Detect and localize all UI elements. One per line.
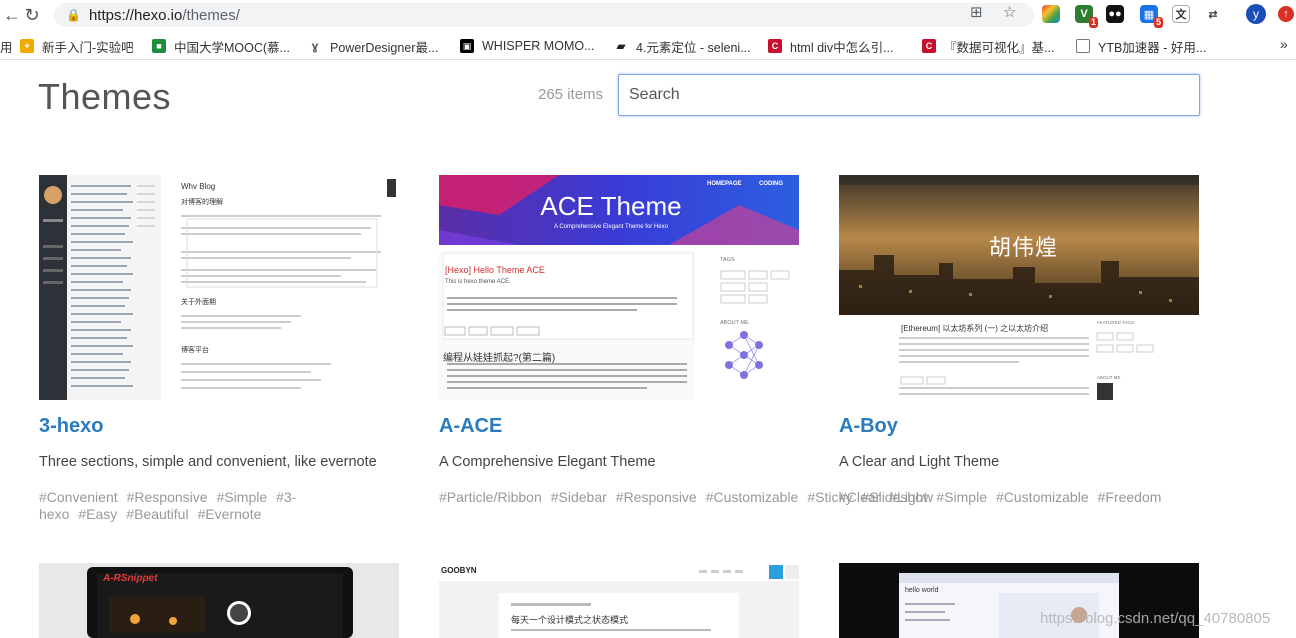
reload-icon[interactable]: ↻ xyxy=(20,4,44,26)
bookmark-favicon-icon: ▣ xyxy=(460,39,474,53)
url-path: /themes/ xyxy=(182,6,240,24)
theme-tag[interactable]: #Simple xyxy=(936,489,987,505)
extension-mask-icon[interactable]: ●● xyxy=(1106,5,1124,23)
theme-thumbnail[interactable]: 胡伟煌 [Ethereum] 以太坊系列 (一) 之以太坊介绍 FEATURED… xyxy=(839,175,1199,400)
theme-tag[interactable]: #Simple xyxy=(217,489,268,505)
thumb-heading: hello world xyxy=(905,587,939,594)
bookmark-favicon-icon: ■ xyxy=(152,39,166,53)
bookmark-favicon-icon: ɣ xyxy=(308,39,322,53)
theme-tags: #Clear #Light #Simple #Customizable #Freedom xyxy=(839,489,1209,506)
theme-tag[interactable]: #Convenient xyxy=(39,489,118,505)
theme-name-link[interactable]: A-Boy xyxy=(839,415,898,438)
thumb-title: A-RSnippet xyxy=(103,573,158,584)
extension-color-icon[interactable] xyxy=(1042,5,1060,23)
thumb-post-title: [Ethereum] 以太坊系列 (一) 之以太坊介绍 xyxy=(901,324,1049,333)
bookmark-item[interactable]: ▰ 4.元素定位 - seleni... xyxy=(614,38,751,55)
theme-thumbnail[interactable]: A-RSnippet xyxy=(39,563,399,638)
theme-description: A Comprehensive Elegant Theme xyxy=(439,454,656,470)
thumb-sidebar-heading: ABOUT ME xyxy=(720,320,749,326)
bookmark-favicon-icon: ▰ xyxy=(614,39,628,53)
thumb-nav: HOMEPAGE xyxy=(707,181,742,187)
theme-tag[interactable]: #Beautiful xyxy=(126,506,188,522)
bookmark-item[interactable]: ɣ PowerDesigner最... xyxy=(308,38,438,55)
bookmark-favicon-icon: C xyxy=(922,39,936,53)
theme-tag[interactable]: #Freedom xyxy=(1098,489,1162,505)
bookmark-item[interactable]: Chtml div中怎么引... xyxy=(768,38,894,55)
theme-card-a-ace: HOMEPAGE CODING ACE Theme A Comprehensiv… xyxy=(439,175,933,530)
bookmark-favicon-icon xyxy=(1076,39,1090,53)
bookmark-item[interactable]: ▣ WHISPER MOMO... xyxy=(460,38,595,54)
thumb-heading: 关于外面期 xyxy=(181,299,216,306)
watermark: https://blog.csdn.net/qq_40780805 xyxy=(1040,610,1271,627)
extension-dict-icon[interactable]: 文 xyxy=(1172,5,1190,23)
thumb-post-title: [Hexo] Hello Theme ACE xyxy=(445,265,545,275)
bookmark-favicon-icon: ✦ xyxy=(20,39,34,53)
theme-description: A Clear and Light Theme xyxy=(839,454,1000,470)
theme-tag[interactable]: #Light xyxy=(889,489,927,505)
bookmark-item[interactable]: ✦ 新手入门-实验吧 xyxy=(20,38,134,55)
theme-thumbnail[interactable]: GOOBYN 每天一个设计模式之状态模式 xyxy=(439,563,799,638)
theme-tag[interactable]: #Particle/Ribbon xyxy=(439,489,542,505)
bookmark-item[interactable]: ■ 中国大学MOOC(慕... xyxy=(152,38,290,55)
theme-card-3-hexo: Whv Blog 对博客的理解 关于外面期 博客平台 3-hexo Three … xyxy=(39,175,399,530)
theme-tag[interactable]: #Customizable xyxy=(996,489,1089,505)
browser-toolbar: ← ↻ 🔒 https://hexo.io/themes/ ⊞ ☆ V1 ●● … xyxy=(0,0,1296,30)
theme-tag[interactable]: #Responsive xyxy=(127,489,208,505)
bookmark-item[interactable]: C 『数据可视化』基... xyxy=(922,38,1054,55)
update-icon[interactable]: ↑ xyxy=(1278,6,1294,22)
page-title: Themes xyxy=(38,76,172,117)
theme-tags: #Particle/Ribbon #Sidebar #Responsive #Cust… xyxy=(439,489,933,506)
theme-tags: #Convenient #Responsive #Simple #3-hexo #Eas… xyxy=(39,489,409,523)
thumb-post-title: 编程从娃娃抓起?(第二篇) xyxy=(443,353,556,364)
address-bar[interactable]: 🔒 https://hexo.io/themes/ xyxy=(54,3,1034,27)
thumb-heading: 每天一个设计模式之状态模式 xyxy=(511,615,629,625)
bookmarks-more-icon[interactable]: » xyxy=(1280,36,1288,52)
extension-badge: 5 xyxy=(1153,17,1163,28)
lock-icon: 🔒 xyxy=(66,8,81,22)
extension-vue-icon[interactable]: V1 xyxy=(1075,5,1098,28)
theme-tag[interactable]: #Responsive xyxy=(616,489,697,505)
theme-thumbnail[interactable]: Whv Blog 对博客的理解 关于外面期 博客平台 xyxy=(39,175,399,400)
extension-badge: 1 xyxy=(1088,17,1098,28)
bookmark-favicon-icon: C xyxy=(768,39,782,53)
theme-tag[interactable]: #Customizable xyxy=(706,489,799,505)
theme-description: Three sections, simple and convenient, l… xyxy=(39,454,377,470)
url-host: https://hexo.io xyxy=(88,6,183,24)
thumb-sidebar-heading: FEATURED TAGS xyxy=(1097,320,1135,325)
bookmark-star-icon[interactable]: ☆ xyxy=(1003,3,1016,21)
theme-card-a-boy: 胡伟煌 [Ethereum] 以太坊系列 (一) 之以太坊介绍 FEATURED… xyxy=(839,175,1199,530)
avatar[interactable]: y xyxy=(1246,4,1266,24)
thumb-banner-title: ACE Theme xyxy=(540,191,682,221)
theme-count: 265 items xyxy=(538,86,604,103)
translate-icon[interactable]: ⊞ xyxy=(970,3,983,21)
thumb-heading: 博客平台 xyxy=(181,347,209,354)
thumb-sidebar-heading: TAGS xyxy=(720,257,735,263)
extension-grid-icon[interactable]: ▦ 5 xyxy=(1140,5,1163,28)
bookmark-item[interactable]: YTB加速器 - 好用... xyxy=(1076,38,1206,55)
thumb-hero-title: 胡伟煌 xyxy=(989,235,1059,260)
bookmarks-bar: 用 ✦ 新手入门-实验吧 ■ 中国大学MOOC(慕... ɣ PowerDesigne… xyxy=(0,32,1296,60)
thumb-logo: GOOBYN xyxy=(441,566,477,575)
theme-name-link[interactable]: A-ACE xyxy=(439,415,502,438)
theme-tag[interactable]: #Easy xyxy=(78,506,117,522)
theme-name-link[interactable]: 3-hexo xyxy=(39,415,103,438)
theme-tag[interactable]: #Clear xyxy=(839,489,880,505)
thumb-post-line: This is hexo theme ACE. xyxy=(445,279,511,285)
theme-tag[interactable]: #Sidebar xyxy=(551,489,607,505)
thumb-heading: 对博客的理解 xyxy=(181,199,223,206)
thumb-sidebar-heading: ABOUT ME xyxy=(1097,375,1121,380)
thumb-blog-title: Whv Blog xyxy=(181,182,216,191)
bookmark-item[interactable]: 用 xyxy=(0,38,13,55)
theme-thumbnail[interactable]: HOMEPAGE CODING ACE Theme A Comprehensiv… xyxy=(439,175,799,400)
thumb-banner-subtitle: A Comprehensive Elegant Theme for Hexo xyxy=(554,224,668,230)
thumb-nav: CODING xyxy=(759,181,783,187)
search-input[interactable] xyxy=(618,74,1200,116)
theme-tag[interactable]: #Evernote xyxy=(198,506,262,522)
extension-link-icon[interactable]: ⇄ xyxy=(1204,5,1222,23)
